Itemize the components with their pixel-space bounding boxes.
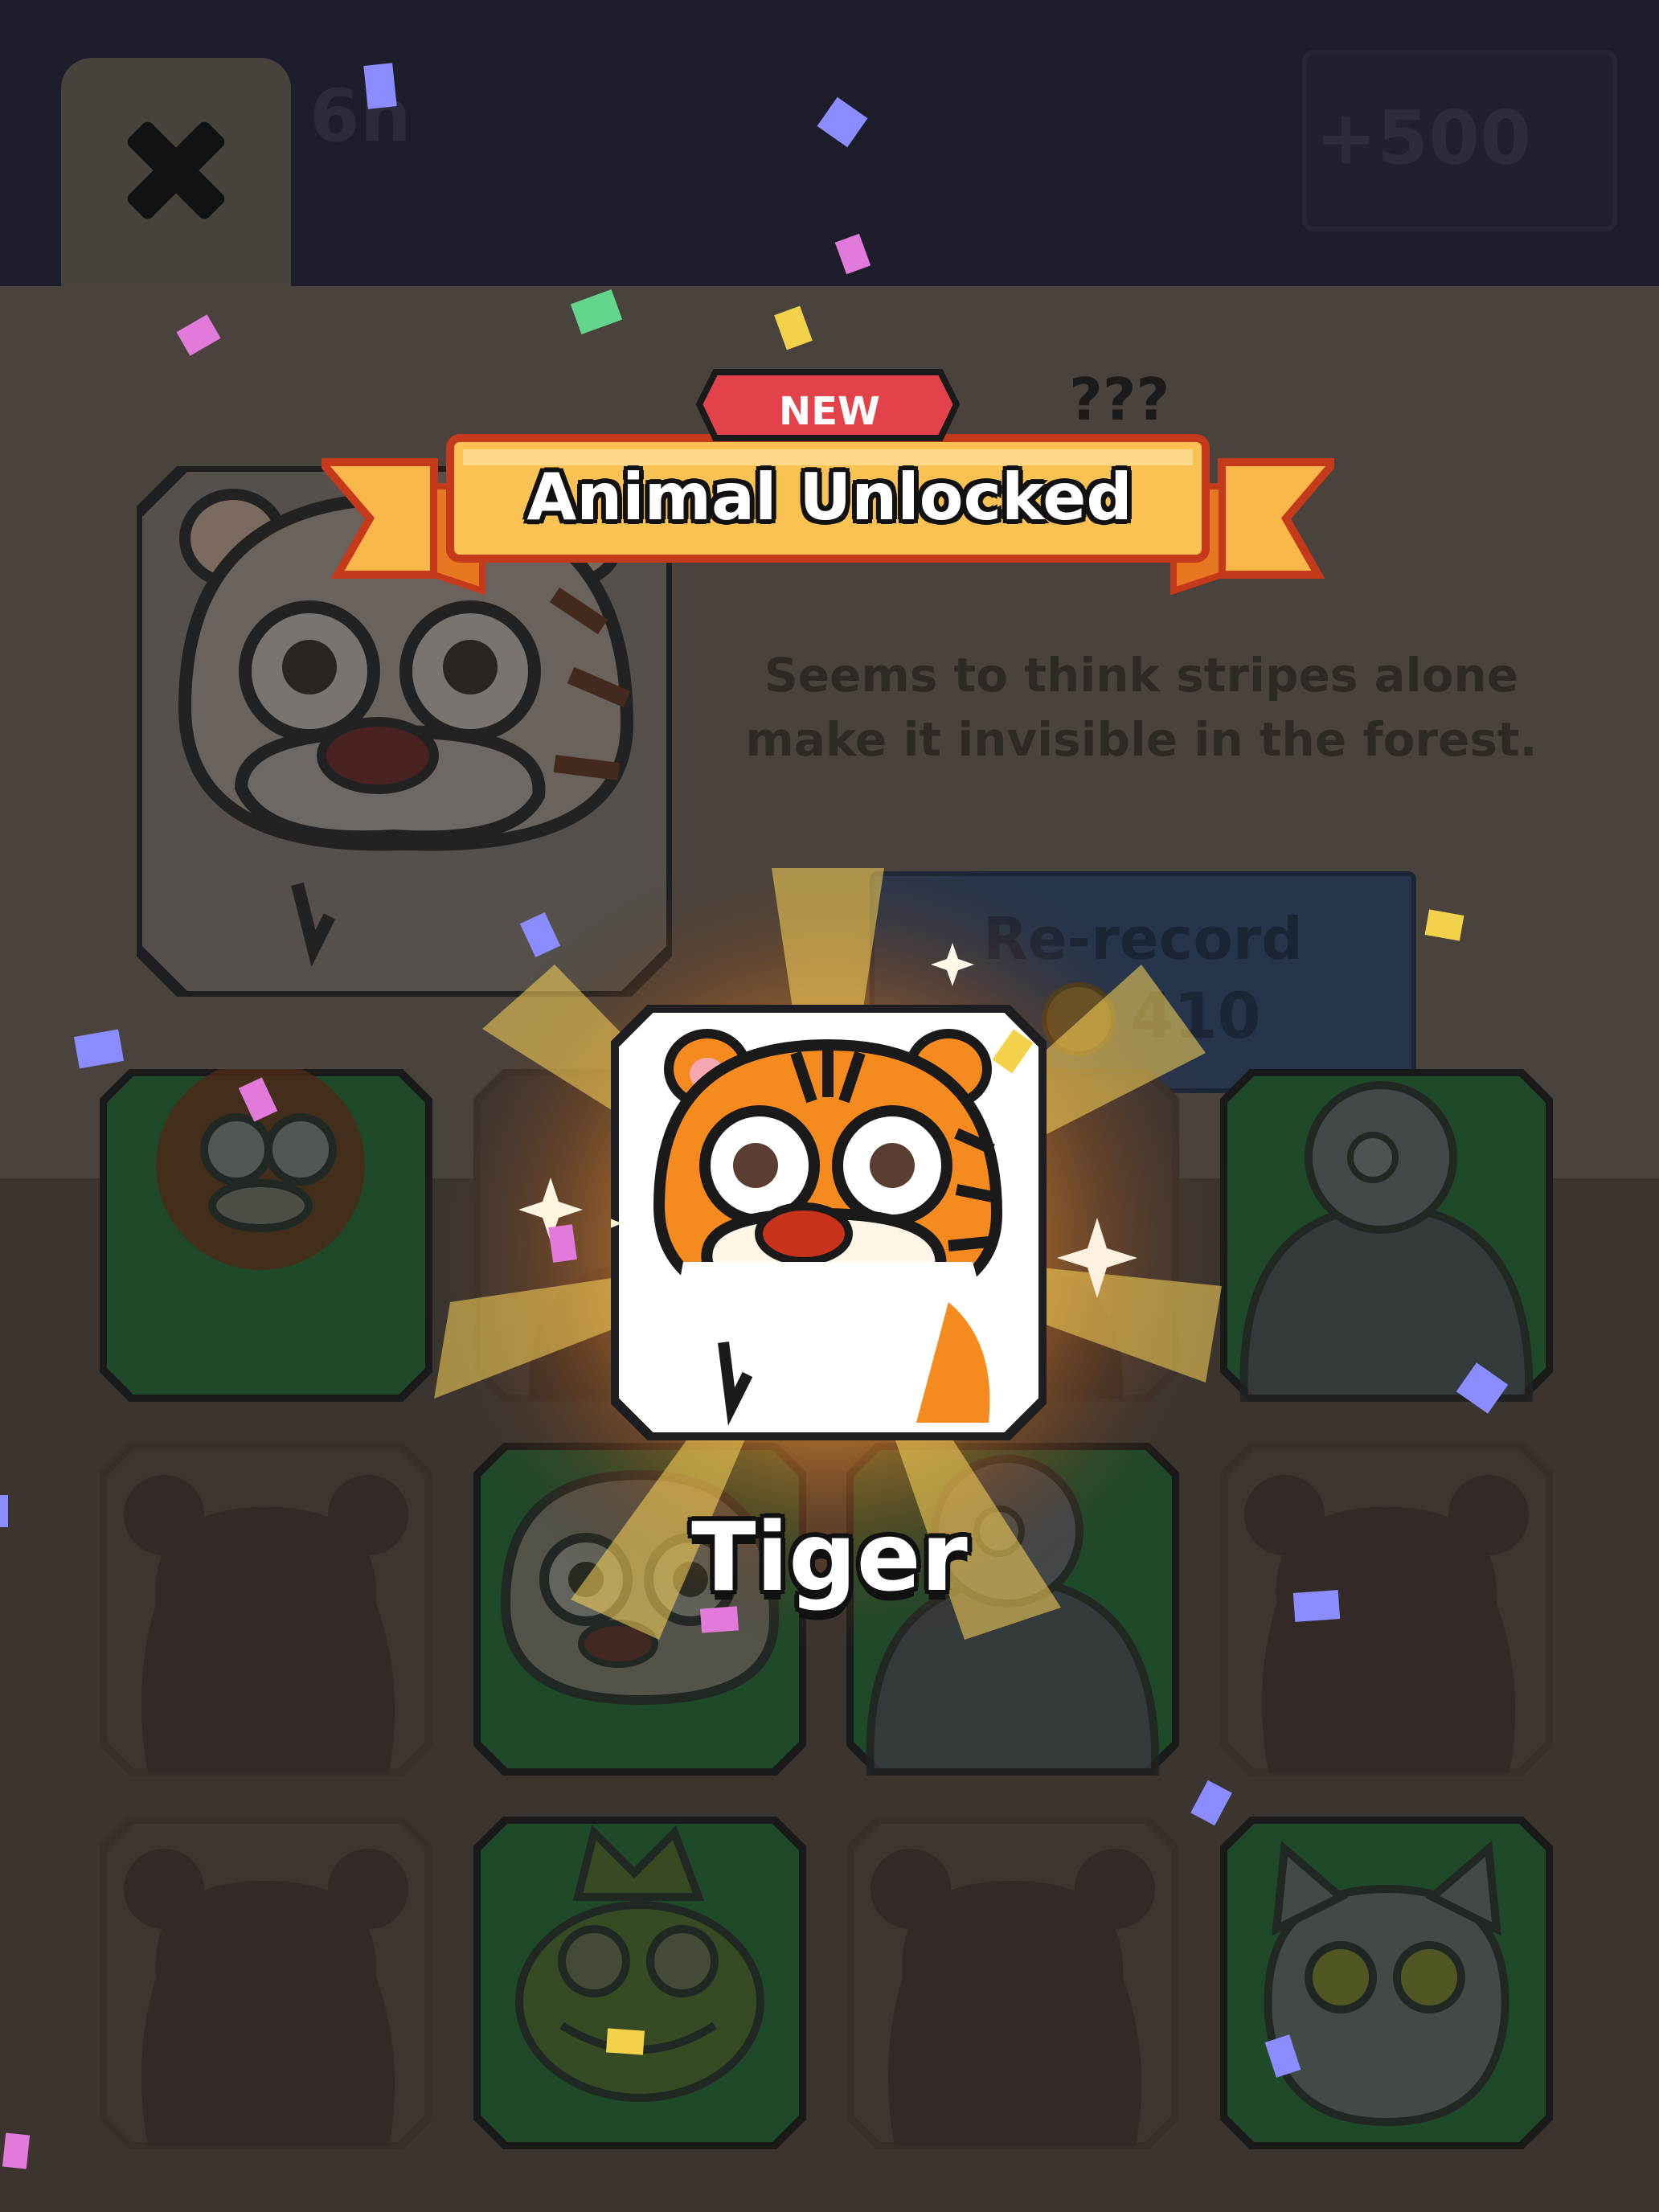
- animal-card-cat[interactable]: [1220, 1817, 1553, 2149]
- hud-timer: 6h: [309, 74, 412, 158]
- sparkle-icon: [1057, 1218, 1137, 1298]
- new-badge-label: NEW: [779, 389, 880, 434]
- tiger-icon: [653, 1029, 1003, 1426]
- animal-card-bear[interactable]: [846, 1817, 1179, 2149]
- tiger-unlocked-card[interactable]: [611, 1005, 1047, 1440]
- sparkle-icon: [518, 1178, 583, 1242]
- unlocked-animal-name: Tiger: [691, 1501, 968, 1612]
- hud-coins: +500: [1315, 95, 1532, 181]
- bear-icon: [846, 1817, 1179, 2149]
- sparkle-icon: [931, 943, 974, 986]
- animal-card-bear[interactable]: [100, 1817, 432, 2149]
- animal-card-gorilla[interactable]: [1220, 1069, 1553, 1402]
- animal-card-frog-king[interactable]: [473, 1817, 806, 2149]
- animal-card-lion[interactable]: [100, 1069, 432, 1402]
- cat-icon: [1220, 1817, 1553, 2149]
- lion-icon: [100, 1069, 432, 1402]
- frog-king-icon: [473, 1817, 806, 2149]
- bear-icon: [100, 1817, 432, 2149]
- animal-description: Seems to think stripes alone make it inv…: [745, 648, 1538, 767]
- close-icon: [127, 121, 225, 219]
- unlock-title: Animal Unlocked: [526, 460, 1133, 535]
- close-button[interactable]: [61, 58, 291, 299]
- gorilla-icon: [1220, 1069, 1553, 1402]
